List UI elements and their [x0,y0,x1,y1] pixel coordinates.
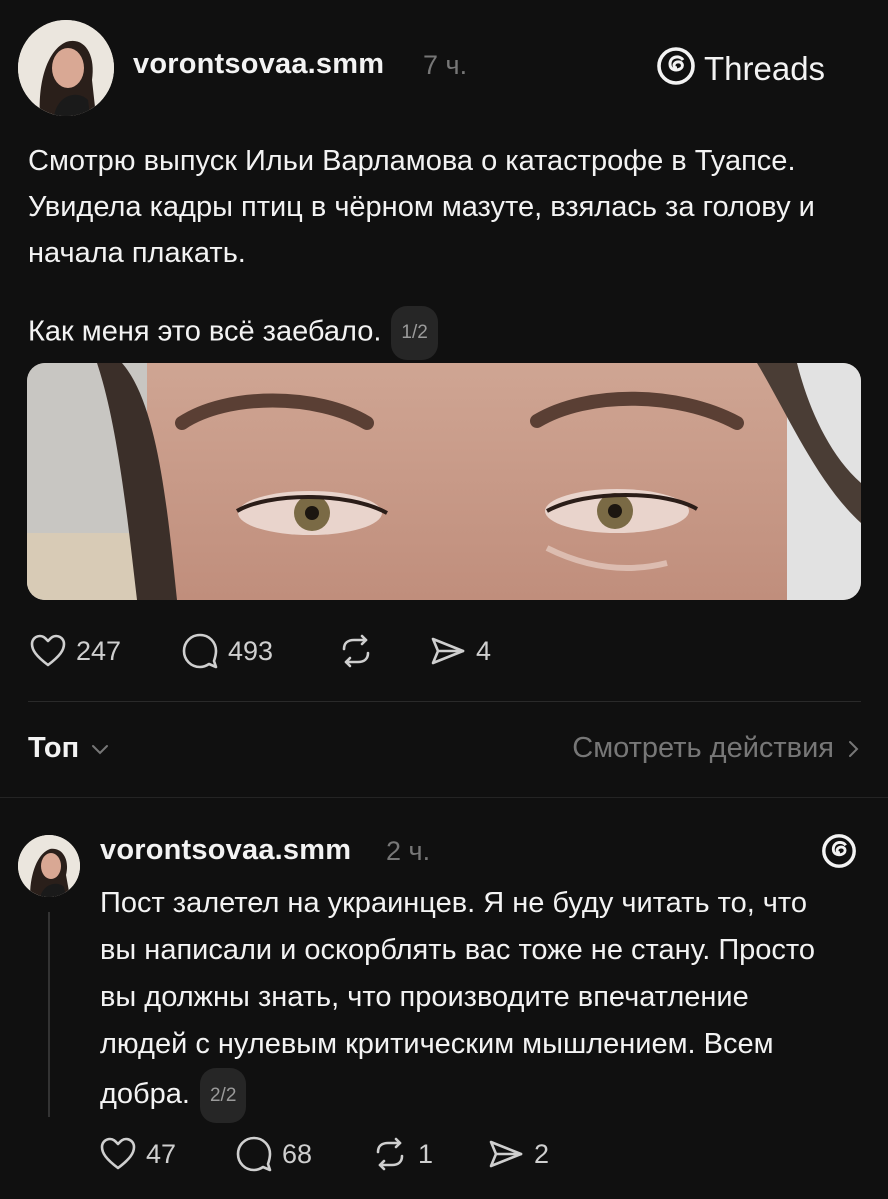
heart-icon [100,1137,136,1170]
divider [28,701,861,702]
repost-icon [342,634,370,668]
reply-username[interactable]: vorontsovaa.smm [100,834,351,867]
repost-icon [376,1137,404,1171]
post-image[interactable] [27,363,861,600]
comment-count: 493 [228,635,274,666]
chevron-down-icon [92,744,109,754]
post-paragraph-1: Смотрю выпуск Ильи Варламова о катастроф… [28,145,815,269]
reply-repost-button[interactable]: 1 [370,1134,433,1174]
post-paragraph-2: Как меня это всё заебало. [28,315,382,348]
reply-avatar[interactable] [18,835,80,897]
comment-icon [182,633,218,669]
post-username[interactable]: vorontsovaa.smm [133,48,384,81]
threads-logo-icon[interactable] [820,832,858,875]
reply-text: Пост залетел на украинцев. Я не буду чит… [100,880,840,1123]
threads-brand[interactable]: Threads [656,46,825,91]
heart-icon [30,634,66,667]
page-badge: 1/2 [391,306,438,360]
reply-like-button[interactable]: 47 [98,1134,176,1174]
share-count: 4 [476,635,492,666]
reply-time: 2 ч. [386,836,431,866]
reply-comment-button[interactable]: 68 [234,1134,312,1174]
repost-button[interactable] [336,631,376,671]
thread-line [48,912,50,1117]
reply-page-badge: 2/2 [199,1068,247,1123]
view-activity-label: Смотреть действия [572,732,834,764]
threads-logo-icon [656,46,696,91]
reply-comment-count: 68 [282,1138,313,1169]
send-icon [431,637,465,665]
avatar[interactable] [18,20,114,116]
chevron-right-icon [849,740,859,757]
sort-label: Топ [28,732,80,764]
section-divider [0,797,888,798]
send-icon [489,1140,523,1168]
reply-share-count: 2 [534,1138,550,1169]
like-button[interactable]: 247 [28,631,121,671]
post-time: 7 ч. [423,50,468,80]
reply-share-button[interactable]: 2 [486,1134,549,1174]
share-button[interactable]: 4 [428,631,491,671]
comment-icon [236,1136,272,1172]
like-count: 247 [76,635,122,666]
comment-button[interactable]: 493 [180,631,273,671]
post-text: Смотрю выпуск Ильи Варламова о катастроф… [28,138,828,360]
view-activity-link[interactable]: Смотреть действия [572,732,862,765]
reply-like-count: 47 [146,1138,177,1169]
sort-dropdown[interactable]: Топ [28,732,111,765]
reply-repost-count: 1 [418,1138,434,1169]
threads-brand-label: Threads [704,49,826,87]
